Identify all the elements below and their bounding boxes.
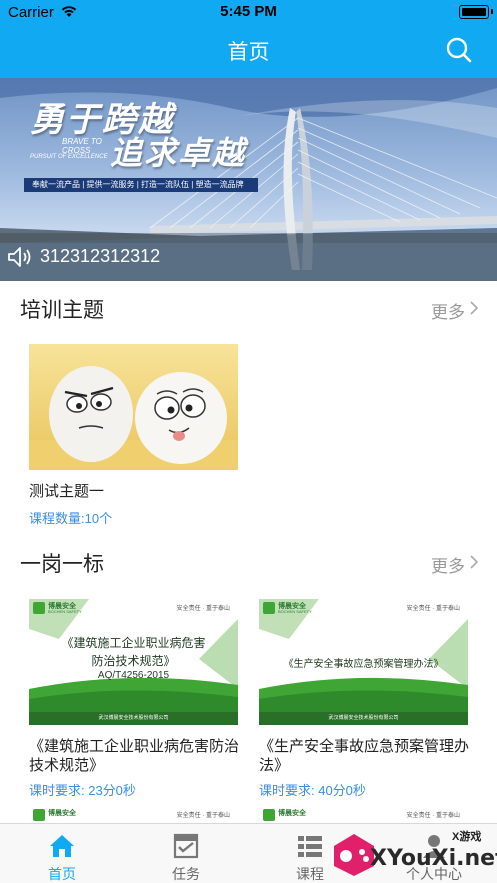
speaker-icon <box>8 247 31 267</box>
course-cover-4-partial[interactable]: 博晨安全 安全责任 · 重于泰山 <box>259 806 468 823</box>
cover-motto: 安全责任 · 重于泰山 <box>176 813 230 819</box>
post-more-link[interactable]: 更多 <box>431 552 465 577</box>
course-cover-1[interactable]: 博晨安全 BOCHEN SAFETY 安全责任 · 重于泰山 《建筑施工企业职业… <box>29 599 238 725</box>
cover-line-1: 《生产安全事故应急预案管理办法》 <box>283 659 444 670</box>
marquee-text: 312312312312 <box>40 246 161 266</box>
training-more-link[interactable]: 更多 <box>431 298 465 323</box>
status-bar: Carrier 5:45 PM <box>0 0 497 26</box>
cover-line-2: 防治技术规范》 <box>91 654 176 668</box>
tab-label: 任务 <box>172 866 200 882</box>
course-duration-1: 课时要求: 23分0秒 <box>29 783 136 798</box>
course-title-2[interactable]: 《生产安全事故应急预案管理办法》 <box>259 737 469 775</box>
page-title: 首页 <box>227 41 270 64</box>
brand-logo <box>33 602 45 614</box>
brand-logo <box>263 809 275 821</box>
tab-task[interactable]: 任务 <box>124 824 248 883</box>
course-cover-2[interactable]: 博晨安全 BOCHEN SAFETY 安全责任 · 重于泰山 《生产安全事故应急… <box>259 599 468 725</box>
home-icon <box>50 835 74 857</box>
search-icon[interactable] <box>445 36 473 64</box>
cover-brand-sub: BOCHEN SAFETY <box>278 609 312 614</box>
cover-brand: 博晨安全 <box>48 810 76 817</box>
status-time: 5:45 PM <box>220 3 277 20</box>
cover-motto: 安全责任 · 重于泰山 <box>406 813 460 819</box>
banner-english-1: BRAVE TO CROSS <box>62 137 102 155</box>
training-card-image[interactable] <box>29 344 238 470</box>
task-icon <box>173 833 199 859</box>
eggs-illustration <box>29 344 238 470</box>
app-header: Carrier 5:45 PM 首页 <box>0 0 497 78</box>
tab-label: 首页 <box>48 866 76 882</box>
section-title-training: 培训主题 <box>20 299 104 322</box>
cover-brand: 博晨安全 <box>278 810 306 817</box>
training-card-title[interactable]: 测试主题一 <box>29 482 104 501</box>
banner-slogan: 奉献一流产品 | 提供一流服务 | 打造一流队伍 | 塑造一流品牌 <box>24 178 258 192</box>
cover-brand-sub: BOCHEN SAFETY <box>48 609 82 614</box>
cover-motto: 安全责任 · 重于泰山 <box>406 606 460 612</box>
course-icon <box>298 836 322 857</box>
cover-motto: 安全责任 · 重于泰山 <box>176 606 230 612</box>
watermark: X游戏 XYouXi.net <box>330 826 497 882</box>
chevron-right-icon[interactable] <box>469 300 479 316</box>
cover-line-1: 《建筑施工企业职业病危害 <box>61 636 206 650</box>
section-title-post: 一岗一标 <box>20 553 104 576</box>
banner-carousel[interactable]: 勇于跨越 追求卓越 BRAVE TO CROSS PURSUIT OF EXCE… <box>0 78 497 281</box>
watermark-small: X游戏 <box>452 831 482 843</box>
battery-icon <box>459 5 493 19</box>
banner-english-2: PURSUIT OF EXCELLENCE <box>30 154 108 160</box>
chevron-right-icon[interactable] <box>469 554 479 570</box>
brand-logo <box>33 809 45 821</box>
course-title-1[interactable]: 《建筑施工企业职业病危害防治技术规范》 <box>29 737 239 775</box>
cover-footer: 武汉博晨安全技术股份有限公司 <box>328 715 399 721</box>
notice-marquee[interactable]: 312312312312 <box>0 233 497 281</box>
banner-headline-2: 追求卓越 <box>110 134 247 172</box>
watermark-text: XYouXi.net <box>370 846 497 871</box>
training-card-count: 课程数量:10个 <box>29 511 113 526</box>
cover-code: AQ/T4256-2015 <box>97 670 170 681</box>
brand-logo <box>263 602 275 614</box>
tab-home[interactable]: 首页 <box>0 824 124 883</box>
course-duration-2: 课时要求: 40分0秒 <box>259 783 366 798</box>
cover-footer: 武汉博晨安全技术股份有限公司 <box>98 715 169 721</box>
course-cover-3-partial[interactable]: 博晨安全 安全责任 · 重于泰山 <box>29 806 238 823</box>
